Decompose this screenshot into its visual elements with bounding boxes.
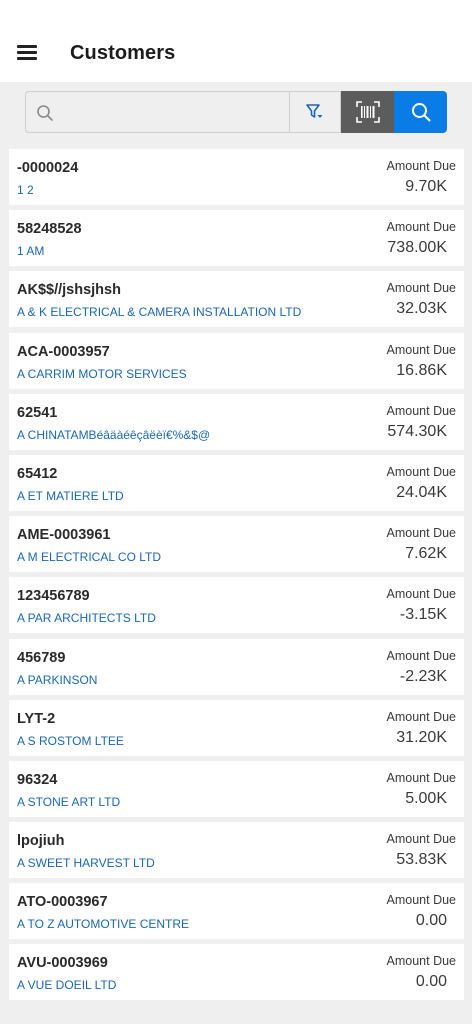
customer-card[interactable]: 123456789 A PAR ARCHITECTS LTD Amount Due -… <box>9 577 464 634</box>
customer-list: -0000024 1 2 Amount Due 9.70K 58248528 1 AM Am… <box>9 149 464 1006</box>
app-header: Customers <box>0 0 472 82</box>
amount-due-label: Amount Due <box>386 709 456 724</box>
customer-name: A PARKINSON <box>17 672 98 687</box>
customer-name: A S ROSTOM LTEE <box>17 733 124 748</box>
customer-card[interactable]: LYT-2 A S ROSTOM LTEE Amount Due 31.20K <box>9 699 464 756</box>
amount-due-label: Amount Due <box>386 403 456 418</box>
amount-due-value: 53.83K <box>396 851 447 869</box>
amount-due-value: 0.00 <box>415 973 447 991</box>
customer-name: A STONE ART LTD <box>17 794 121 809</box>
amount-due-label: Amount Due <box>386 159 456 173</box>
amount-due-label: Amount Due <box>386 893 456 908</box>
customer-name: A CARRIM MOTOR SERVICES <box>17 366 187 381</box>
customer-name: 1 2 <box>17 183 34 197</box>
customer-card[interactable]: 96324 A STONE ART LTD Amount Due 5.00K <box>9 760 464 817</box>
customer-card[interactable]: lpojiuh A SWEET HARVEST LTD Amount Due 53.8… <box>9 822 464 879</box>
customer-card[interactable]: 456789 A PARKINSON Amount Due -2.23K <box>9 638 464 695</box>
amount-due-label: Amount Due <box>386 832 456 847</box>
amount-due-value: 738.00K <box>387 239 447 257</box>
barcode-scan-icon <box>355 101 380 123</box>
search-bar <box>25 91 447 133</box>
customer-name: A & K ELECTRICAL & CAMERA INSTALLATION L… <box>17 305 302 320</box>
amount-due-label: Amount Due <box>386 464 456 479</box>
customer-code: 65412 <box>17 465 58 482</box>
amount-due-value: 9.70K <box>405 178 447 195</box>
amount-due-value: 32.03K <box>396 300 447 318</box>
customer-card[interactable]: AME-0003961 A M ELECTRICAL CO LTD Amount D… <box>9 516 464 573</box>
customer-code: ACA-0003957 <box>17 343 110 360</box>
amount-due-value: 5.00K <box>405 789 447 807</box>
search-icon <box>37 105 53 121</box>
amount-due-value: -3.15K <box>399 606 447 624</box>
customer-name: A ET MATIERE LTD <box>17 488 124 503</box>
amount-due-value: -2.23K <box>399 667 447 685</box>
hamburger-menu-icon[interactable] <box>17 44 37 60</box>
customer-code: AME-0003961 <box>17 527 111 544</box>
customer-card[interactable]: 58248528 1 AM Amount Due 738.00K <box>9 210 464 267</box>
customer-code: 62541 <box>17 404 58 421</box>
search-button[interactable] <box>394 91 447 133</box>
customer-card[interactable]: 65412 A ET MATIERE LTD Amount Due 24.04K <box>9 454 464 511</box>
amount-due-label: Amount Due <box>386 220 456 235</box>
customer-code: LYT-2 <box>17 710 56 727</box>
amount-due-value: 24.04K <box>396 483 447 501</box>
customer-code: ATO-0003967 <box>17 894 108 911</box>
amount-due-value: 574.30K <box>387 422 447 440</box>
amount-due-label: Amount Due <box>386 770 456 785</box>
page-title: Customers <box>70 42 176 64</box>
amount-due-label: Amount Due <box>386 281 456 296</box>
customer-code: -0000024 <box>17 160 79 176</box>
customer-name: A PAR ARCHITECTS LTD <box>17 611 156 626</box>
amount-due-label: Amount Due <box>386 587 456 602</box>
customer-name: 1 AM <box>17 244 45 259</box>
customer-card[interactable]: 62541 A CHINATAMBéâäàéêçâëèï€%&$@ Amount D… <box>9 393 464 450</box>
search-field[interactable] <box>25 91 289 133</box>
filter-icon <box>306 104 323 118</box>
customer-name: A CHINATAMBéâäàéêçâëèï€%&$@ <box>17 427 211 442</box>
amount-due-value: 16.86K <box>396 361 447 379</box>
customer-card[interactable]: AK$$//jshsjhsh A & K ELECTRICAL & CAMERA … <box>9 271 464 328</box>
filter-button[interactable] <box>289 91 341 133</box>
customer-card[interactable]: AVU-0003969 A VUE DOEIL LTD Amount Due 0.00 <box>9 944 464 1001</box>
amount-due-value: 7.62K <box>405 545 447 563</box>
customer-code: AVU-0003969 <box>17 955 108 972</box>
amount-due-label: Amount Due <box>386 954 456 969</box>
customer-name: A VUE DOEIL LTD <box>17 978 117 993</box>
customer-name: A TO Z AUTOMOTIVE CENTRE <box>17 917 190 932</box>
customer-code: 456789 <box>17 649 66 666</box>
customer-name: A SWEET HARVEST LTD <box>17 856 155 871</box>
customer-code: 58248528 <box>17 221 82 238</box>
search-input[interactable] <box>62 100 282 124</box>
customer-code: lpojiuh <box>17 833 65 850</box>
amount-due-value: 31.20K <box>396 728 447 746</box>
search-icon <box>411 103 430 122</box>
customer-code: 96324 <box>17 771 58 788</box>
amount-due-label: Amount Due <box>386 526 456 541</box>
amount-due-value: 0.00 <box>415 912 447 930</box>
amount-due-label: Amount Due <box>386 342 456 357</box>
customer-name: A M ELECTRICAL CO LTD <box>17 550 162 565</box>
barcode-scan-button[interactable] <box>341 91 394 133</box>
customer-code: 123456789 <box>17 588 90 605</box>
customer-card[interactable]: ATO-0003967 A TO Z AUTOMOTIVE CENTRE Amoun… <box>9 883 464 940</box>
amount-due-label: Amount Due <box>386 648 456 663</box>
customer-code: AK$$//jshsjhsh <box>17 282 121 299</box>
customer-card[interactable]: ACA-0003957 A CARRIM MOTOR SERVICES Amount… <box>9 332 464 389</box>
customer-card[interactable]: -0000024 1 2 Amount Due 9.70K <box>9 149 464 205</box>
